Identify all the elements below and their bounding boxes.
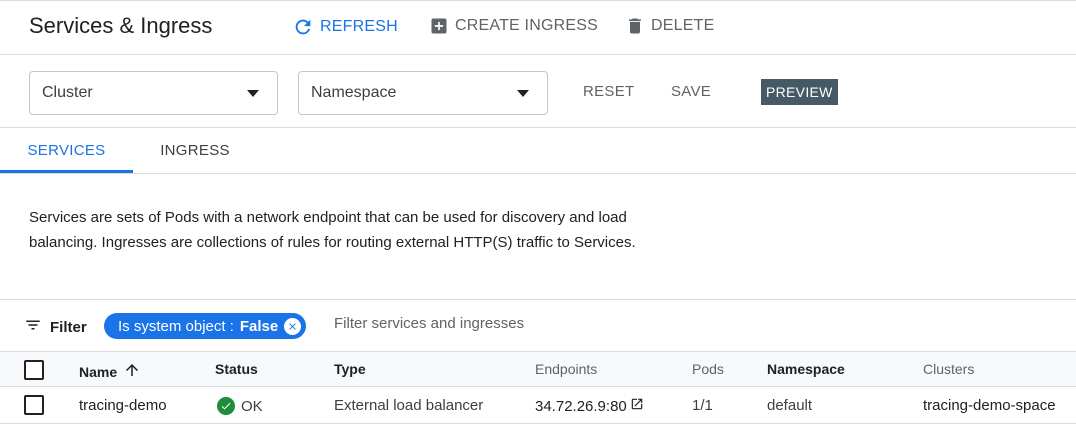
page-header: Services & Ingress REFRESH CREATE INGRES… <box>0 0 1076 54</box>
chip-key: Is system object : <box>118 317 234 335</box>
preview-badge: PREVIEW <box>761 79 838 105</box>
status-text: OK <box>241 397 263 415</box>
tab-ingress[interactable]: INGRESS <box>133 128 257 173</box>
delete-button[interactable]: DELETE <box>625 16 714 36</box>
endpoint-text: 34.72.26.9:80 <box>535 397 627 415</box>
column-header-endpoints: Endpoints <box>535 361 598 377</box>
column-header-status[interactable]: Status <box>215 361 258 377</box>
table-header: Name Status Type Endpoints Pods Namespac… <box>0 351 1076 387</box>
status-cell: OK <box>217 397 263 415</box>
arrow-up-icon <box>123 361 141 382</box>
endpoint-link[interactable]: 34.72.26.9:80 <box>535 397 644 415</box>
trash-icon <box>625 16 645 36</box>
check-circle-icon <box>217 397 235 415</box>
reset-button[interactable]: RESET <box>583 83 635 100</box>
filter-chip-system-object[interactable]: Is system object : False <box>104 313 307 339</box>
column-header-pods: Pods <box>692 361 724 377</box>
tab-services[interactable]: SERVICES <box>0 128 133 173</box>
cluster-link[interactable]: tracing-demo-space <box>923 397 1056 414</box>
type-cell: External load balancer <box>334 397 484 414</box>
filter-label: Filter <box>50 318 87 336</box>
namespace-select[interactable]: Namespace <box>298 71 548 115</box>
filter-bar: Filter Is system object : False <box>0 300 1076 350</box>
create-ingress-button[interactable]: CREATE INGRESS <box>429 16 598 36</box>
column-header-name[interactable]: Name <box>79 361 141 382</box>
column-name-label: Name <box>79 363 118 380</box>
column-header-namespace[interactable]: Namespace <box>767 361 845 377</box>
cluster-select-label: Cluster <box>42 84 93 101</box>
open-in-new-icon <box>630 397 644 415</box>
page-description: Services are sets of Pods with a network… <box>29 209 636 251</box>
delete-label: DELETE <box>651 17 715 34</box>
filter-input[interactable] <box>334 315 734 332</box>
close-icon[interactable] <box>284 317 302 335</box>
refresh-button[interactable]: REFRESH <box>292 16 398 38</box>
dropdown-arrow-icon <box>517 90 529 97</box>
column-header-clusters: Clusters <box>923 361 975 377</box>
namespace-select-label: Namespace <box>311 84 397 101</box>
filter-button[interactable]: Filter <box>24 316 87 338</box>
column-header-type[interactable]: Type <box>334 361 366 377</box>
cluster-select[interactable]: Cluster <box>29 71 278 115</box>
namespace-cell: default <box>767 397 813 414</box>
chip-value: False <box>239 317 279 335</box>
pods-cell: 1/1 <box>692 397 713 414</box>
table-row: tracing-demo OK External load balancer 3… <box>0 387 1076 424</box>
refresh-icon <box>292 16 314 38</box>
filter-icon <box>24 316 42 338</box>
tabs-divider <box>0 173 1076 174</box>
refresh-label: REFRESH <box>320 18 398 35</box>
service-name-link[interactable]: tracing-demo <box>79 397 167 414</box>
add-box-icon <box>429 16 449 36</box>
header-divider <box>0 54 1076 55</box>
dropdown-arrow-icon <box>247 90 259 97</box>
save-button[interactable]: SAVE <box>671 83 711 100</box>
select-all-checkbox[interactable] <box>24 360 44 380</box>
row-checkbox[interactable] <box>24 395 44 415</box>
page-title: Services & Ingress <box>29 13 213 38</box>
create-ingress-label: CREATE INGRESS <box>455 17 598 34</box>
